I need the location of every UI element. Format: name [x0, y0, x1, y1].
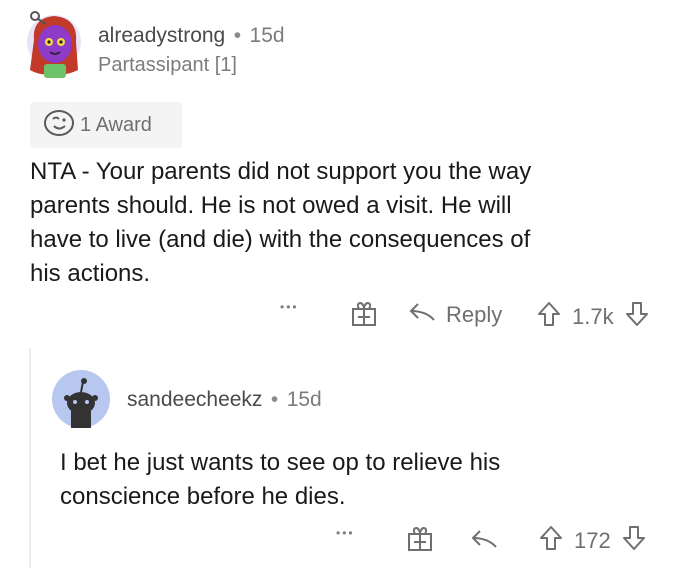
reply-label: Reply: [446, 302, 503, 327]
upvote-icon[interactable]: [538, 524, 564, 558]
commenter-avatar[interactable]: [20, 10, 86, 80]
reply-more-options-button[interactable]: •••: [336, 526, 355, 540]
reply-body: I bet he just wants to see op to relieve…: [60, 446, 680, 514]
reply-age: 15d: [286, 388, 322, 411]
reply-line: conscience before he dies.: [60, 483, 346, 510]
reply-vote-controls: 172: [538, 524, 647, 558]
comment-author[interactable]: alreadystrong: [98, 24, 225, 47]
more-options-icon: •••: [336, 526, 355, 540]
comment-age: 15d: [249, 24, 285, 47]
reply-arrow-icon: [470, 527, 500, 556]
upvote-icon[interactable]: [536, 300, 562, 334]
reply-button[interactable]: Reply: [408, 300, 502, 330]
gift-icon: [350, 300, 378, 333]
downvote-icon[interactable]: [621, 524, 647, 558]
comment-line: NTA - Your parents did not support you t…: [30, 158, 532, 185]
reply-header: sandeecheekz • 15d: [127, 388, 322, 412]
more-options-icon: •••: [280, 300, 299, 314]
comment-line: his actions.: [30, 260, 151, 287]
gift-icon: [406, 525, 434, 558]
comment-body: NTA - Your parents did not support you t…: [30, 155, 690, 291]
comment-line: have to live (and die) with the conseque…: [30, 226, 531, 253]
downvote-icon[interactable]: [624, 300, 650, 334]
reply-arrow-icon: [408, 300, 438, 330]
vote-controls: 1.7k: [536, 300, 650, 334]
separator-dot: •: [233, 24, 242, 47]
award-label: 1 Award: [80, 113, 152, 136]
reply-line: I bet he just wants to see op to relieve…: [60, 449, 501, 476]
separator-dot: •: [270, 388, 279, 411]
user-flair: Partassipant [1]: [98, 54, 237, 76]
give-award-button[interactable]: [350, 300, 378, 333]
reply-avatar[interactable]: [52, 370, 110, 428]
reply-vote-score: 172: [574, 528, 611, 553]
reply-author[interactable]: sandeecheekz: [127, 388, 262, 411]
more-options-button[interactable]: •••: [280, 300, 299, 314]
award-chip[interactable]: 1 Award: [30, 102, 182, 148]
vote-score: 1.7k: [572, 304, 614, 329]
comment-header: alreadystrong • 15d: [98, 24, 285, 48]
comment-line: parents should. He is not owed a visit. …: [30, 192, 512, 219]
reply-give-award-button[interactable]: [406, 525, 434, 558]
award-icon: [42, 109, 76, 142]
thread-line[interactable]: [29, 348, 31, 568]
reply-reply-button[interactable]: [470, 527, 500, 556]
